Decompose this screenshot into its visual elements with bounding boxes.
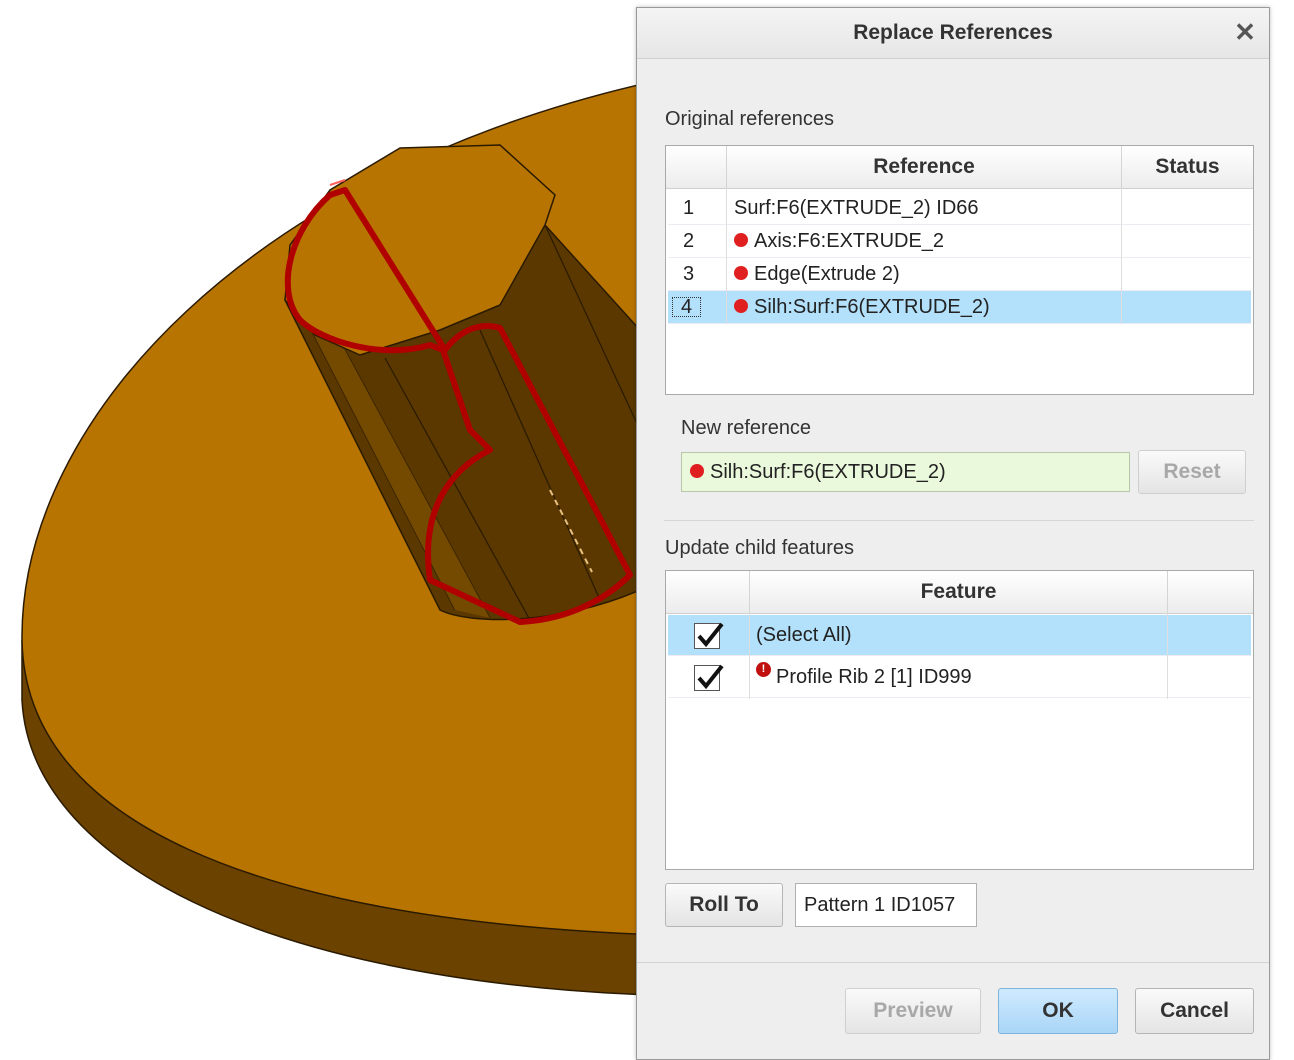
table-row-selected[interactable]: (Select All) xyxy=(668,615,1251,656)
reference-text: Silh:Surf:F6(EXTRUDE_2) xyxy=(754,296,990,318)
roll-to-button[interactable]: Roll To xyxy=(665,883,783,927)
table-row[interactable]: 2 Axis:F6:EXTRUDE_2 xyxy=(668,225,1251,258)
table-header: Feature xyxy=(666,571,1253,614)
child-features-table: Feature (Select All) ! Profile Rib 2 [1] … xyxy=(665,570,1254,870)
table-row[interactable]: 3 Edge(Extrude 2) xyxy=(668,258,1251,291)
missing-reference-icon xyxy=(734,298,748,313)
reference-text: Axis:F6:EXTRUDE_2 xyxy=(754,230,945,252)
reference-text: Edge(Extrude 2) xyxy=(754,263,900,285)
column-header-extra xyxy=(1167,571,1253,613)
new-reference-field[interactable]: Silh:Surf:F6(EXTRUDE_2) xyxy=(681,452,1130,492)
footer-divider xyxy=(637,962,1269,963)
original-references-table: Reference Status 1 Surf:F6(EXTRUDE_2) ID… xyxy=(665,145,1254,395)
original-references-label: Original references xyxy=(665,108,834,130)
column-header-feature[interactable]: Feature xyxy=(749,571,1167,613)
update-child-features-label: Update child features xyxy=(665,537,855,559)
table-row[interactable]: ! Profile Rib 2 [1] ID999 xyxy=(668,657,1251,698)
checkmark-icon xyxy=(697,664,724,690)
feature-text: (Select All) xyxy=(756,624,852,646)
column-header-number xyxy=(666,146,726,188)
column-divider xyxy=(1167,613,1168,699)
roll-to-field[interactable]: Pattern 1 ID1057 xyxy=(795,883,977,927)
select-all-checkbox[interactable] xyxy=(694,622,724,649)
missing-reference-icon xyxy=(734,232,748,247)
reference-text: Surf:F6(EXTRUDE_2) ID66 xyxy=(734,197,979,219)
divider xyxy=(664,520,1254,521)
table-row-selected[interactable]: 4 Silh:Surf:F6(EXTRUDE_2) xyxy=(668,291,1251,324)
roll-to-value: Pattern 1 ID1057 xyxy=(804,894,956,916)
table-row[interactable]: 1 Surf:F6(EXTRUDE_2) ID66 xyxy=(668,192,1251,225)
new-reference-value: Silh:Surf:F6(EXTRUDE_2) xyxy=(710,461,946,483)
column-header-status[interactable]: Status xyxy=(1121,146,1253,188)
row-number: 4 xyxy=(671,296,702,318)
column-divider xyxy=(749,613,750,699)
missing-reference-icon xyxy=(734,265,748,280)
column-divider xyxy=(726,188,727,324)
column-divider xyxy=(1121,188,1122,324)
close-icon[interactable]: ✕ xyxy=(1231,18,1259,46)
preview-button[interactable]: Preview xyxy=(845,988,981,1034)
checkmark-icon xyxy=(697,622,724,648)
warning-icon: ! xyxy=(756,662,771,677)
reset-button[interactable]: Reset xyxy=(1138,450,1246,494)
row-number: 3 xyxy=(683,263,695,285)
column-header-check xyxy=(666,571,749,613)
new-reference-label: New reference xyxy=(681,417,812,439)
dialog-titlebar: Replace References ✕ xyxy=(637,8,1269,59)
feature-checkbox[interactable] xyxy=(694,664,724,691)
feature-text: Profile Rib 2 [1] ID999 xyxy=(776,666,972,688)
table-header: Reference Status xyxy=(666,146,1253,189)
row-number: 1 xyxy=(683,197,695,219)
dialog-title: Replace References xyxy=(853,21,1053,44)
cancel-button[interactable]: Cancel xyxy=(1135,988,1254,1034)
reference-marker-icon xyxy=(690,463,704,478)
ok-button[interactable]: OK xyxy=(998,988,1118,1034)
column-header-reference[interactable]: Reference xyxy=(726,146,1121,188)
row-number: 2 xyxy=(683,230,695,252)
